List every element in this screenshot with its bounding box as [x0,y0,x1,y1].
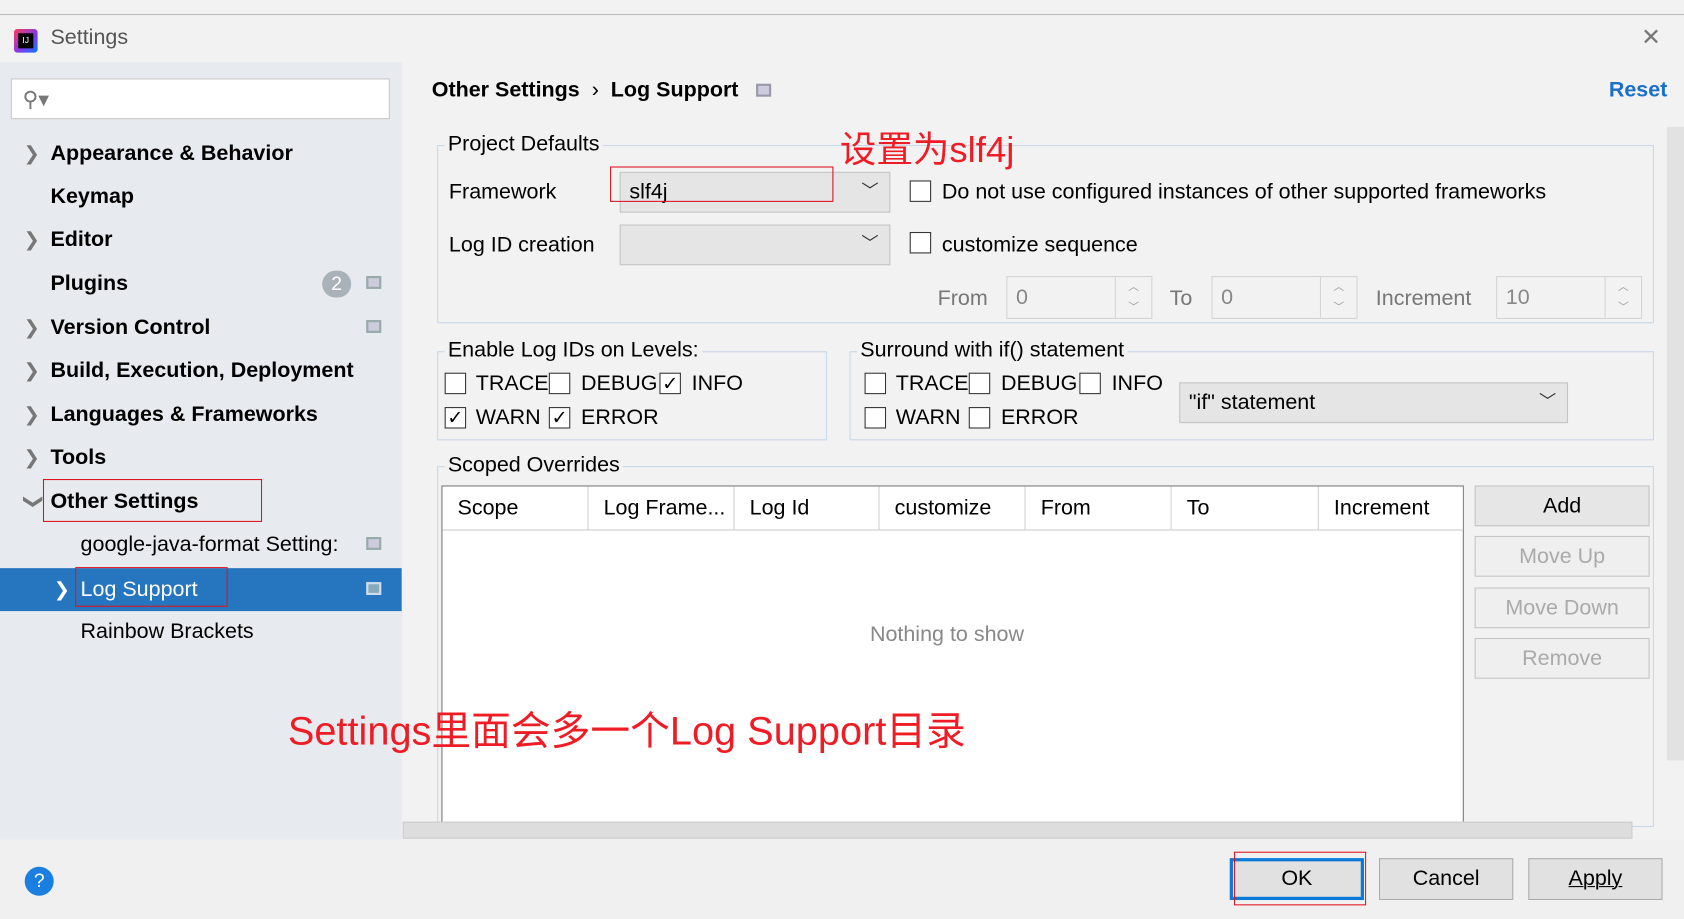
customize-sequence-checkbox[interactable] [909,231,932,254]
project-icon [366,582,382,595]
log-id-select[interactable]: ﹀ [619,224,891,266]
menu-bar [0,0,1684,16]
chevron-down-icon: ﹀ [1539,393,1557,412]
level-debug-checkbox[interactable] [548,372,571,395]
sidebar-item-plugins[interactable]: Plugins 2 [0,262,402,305]
framework-label: Framework [448,180,557,205]
annotation-box-other-settings [42,479,263,522]
chevron-right-icon: ❯ [53,578,70,601]
column-from[interactable]: From [1025,486,1172,531]
annotation-box-framework [610,166,834,202]
chevron-right-icon: ❯ [23,403,40,426]
annotation-box-ok [1234,851,1367,906]
spinner-arrows-icon[interactable]: ︿ ﹀ [1114,277,1152,318]
sidebar-item-languages[interactable]: ❯ Languages & Frameworks [0,393,402,436]
project-icon [366,537,382,550]
chevron-right-icon: ❯ [23,446,40,469]
overrides-table[interactable]: Scope Log Frame... Log Id customize From… [441,485,1464,831]
plugins-badge: 2 [322,270,352,298]
chevron-down-icon: ﹀ [861,182,879,201]
increment-spinner[interactable]: 10 ︿ ﹀ [1496,276,1643,319]
chevron-right-icon: ❯ [23,359,40,382]
from-spinner[interactable]: 0 ︿ ﹀ [1006,276,1153,319]
sidebar-item-tools[interactable]: ❯ Tools [0,436,402,479]
sidebar-item-keymap[interactable]: Keymap [0,175,402,218]
reset-link[interactable]: Reset [1609,78,1668,103]
level-info-checkbox[interactable]: ✓ [659,372,681,395]
surround-debug-checkbox[interactable] [968,372,991,395]
annotation-menu-note: Settings里面会多一个Log Support目录 [287,708,966,753]
close-icon[interactable]: ✕ [1641,24,1661,52]
move-up-button[interactable]: Move Up [1474,535,1650,577]
level-warn-checkbox[interactable]: ✓ [444,407,467,429]
sidebar-item-version-control[interactable]: ❯ Version Control [0,306,402,349]
help-icon[interactable]: ? [24,866,54,896]
column-increment[interactable]: Increment [1318,486,1463,531]
sidebar-item-build[interactable]: ❯ Build, Execution, Deployment [0,349,402,392]
statement-select[interactable]: "if" statement ﹀ [1179,382,1569,424]
annotation-framework-note: 设置为slf4j [839,129,1015,171]
search-icon: ⚲▾ [22,88,50,112]
apply-button[interactable]: Apply [1528,858,1663,901]
to-spinner[interactable]: 0 ︿ ﹀ [1211,276,1358,319]
spinner-arrows-icon[interactable]: ︿ ﹀ [1319,277,1357,318]
sidebar-item-appearance[interactable]: ❯ Appearance & Behavior [0,132,402,175]
sidebar-item-editor[interactable]: ❯ Editor [0,218,402,261]
window-title: Settings [50,25,129,50]
column-scope[interactable]: Scope [442,486,589,531]
column-log-framework[interactable]: Log Frame... [588,486,735,531]
project-icon [366,320,382,333]
empty-state: Nothing to show [869,622,1024,647]
sidebar-item-rainbow-brackets[interactable]: Rainbow Brackets [0,610,402,653]
surround-info-checkbox[interactable] [1079,372,1101,395]
column-to[interactable]: To [1171,486,1319,531]
level-trace-checkbox[interactable] [444,372,467,395]
log-id-label: Log ID creation [448,233,595,257]
add-button[interactable]: Add [1474,485,1650,527]
no-configured-checkbox[interactable] [909,180,932,202]
project-icon [366,276,382,289]
spinner-arrows-icon[interactable]: ︿ ﹀ [1604,277,1642,318]
surround-trace-checkbox[interactable] [864,372,887,395]
surround-error-checkbox[interactable] [968,407,991,429]
chevron-down-icon: ﹀ [861,235,879,254]
breadcrumb: Other Settings › Log Support [432,78,772,103]
column-log-id[interactable]: Log Id [734,486,880,531]
project-icon [756,83,772,97]
cancel-button[interactable]: Cancel [1379,858,1514,901]
search-input[interactable]: ⚲▾ [10,78,390,120]
chevron-right-icon: ❯ [23,316,40,339]
sidebar-item-google-java-format[interactable]: google-java-format Setting: [0,523,402,566]
vertical-scrollbar[interactable] [1666,126,1684,761]
chevron-right-icon: ❯ [23,228,40,251]
surround-warn-checkbox[interactable] [864,407,887,429]
move-down-button[interactable]: Move Down [1474,587,1650,629]
chevron-right-icon: ❯ [23,142,40,165]
app-icon: IJ [13,28,38,53]
horizontal-scrollbar[interactable] [402,821,1633,839]
column-customize[interactable]: customize [879,486,1026,531]
annotation-box-log-support [75,567,228,607]
remove-button[interactable]: Remove [1474,637,1650,679]
level-error-checkbox[interactable]: ✓ [548,407,571,429]
